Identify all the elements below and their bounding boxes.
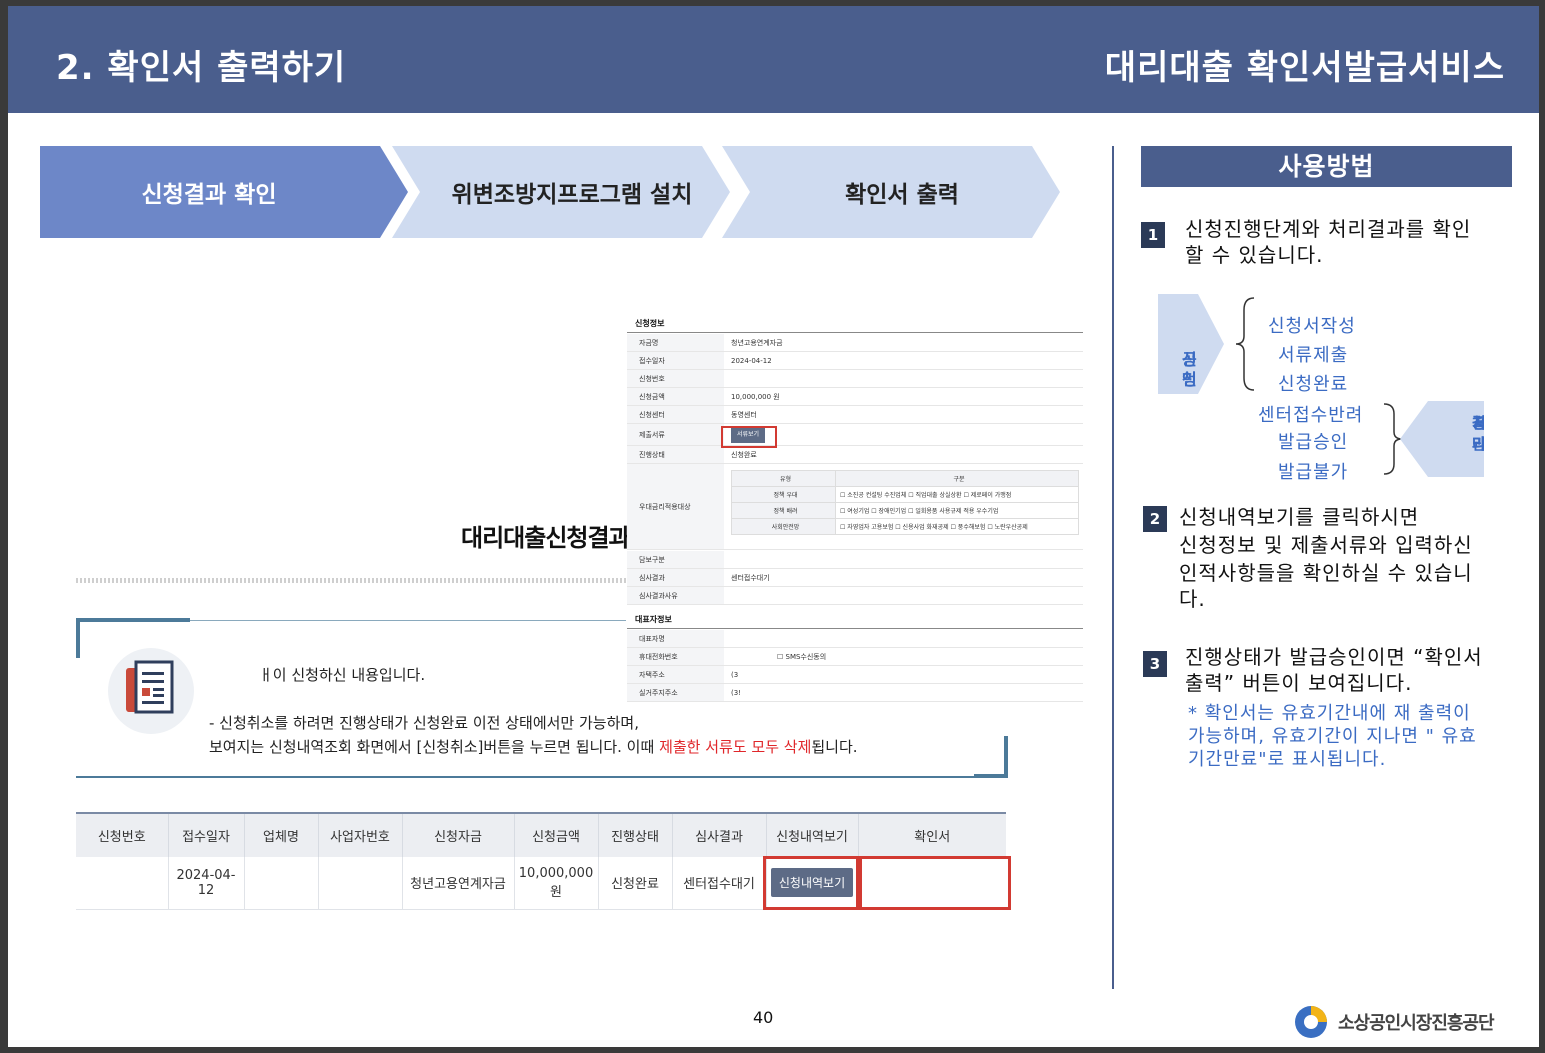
flow-item: 발급불가	[1278, 462, 1349, 483]
notice-text-3: 보여지는 신청내역조회 화면에서 [신청취소]버튼을 누르면 됩니다. 이때 제…	[209, 738, 858, 756]
highlight-certificate-cell	[859, 856, 1011, 910]
info-row: 신청센터 동영센터	[627, 406, 1083, 424]
result-page-title: 대리대출신청결과	[461, 524, 631, 552]
notice-text-2: - 신청취소를 하려면 진행상태가 신청완료 이전 상태에서만 가능하며,	[209, 714, 639, 732]
section-title: 2. 확인서 출력하기	[56, 48, 347, 88]
step-print-certificate: 확인서 출력	[722, 146, 1060, 238]
slide: 2. 확인서 출력하기 대리대출 확인서발급서비스 신청결과 확인 위변조방지프…	[8, 6, 1539, 1047]
info-row: 접수일자 2024-04-12	[627, 352, 1083, 370]
table-header-row: 신청번호 접수일자 업체명 사업자번호 신청자금 신청금액 진행상태 심사결과 …	[76, 812, 1006, 857]
info-row: 제출서류 서류보기	[627, 424, 1083, 446]
flow-end-arrow: 공단 처리 결과	[1400, 401, 1484, 477]
info-row: 휴대전화번호 ☐ SMS수신동의	[627, 648, 1083, 666]
page-number: 40	[753, 1008, 774, 1027]
info-row: 담보구분	[627, 551, 1083, 569]
step-number-2: 2	[1143, 506, 1167, 532]
info-row: 심사결과 센터접수대기	[627, 569, 1083, 587]
brace-left-icon	[1235, 297, 1255, 391]
flow-item: 신청완료	[1278, 374, 1349, 395]
process-steps: 신청결과 확인 위변조방지프로그램 설치 확인서 출력	[40, 146, 1070, 238]
document-icon	[108, 648, 194, 734]
step-result-check: 신청결과 확인	[40, 146, 408, 238]
section-representative-info: 대표자정보	[635, 615, 672, 624]
section-application-info: 신청정보	[635, 319, 665, 328]
info-row: 심사결과사유	[627, 587, 1083, 605]
flow-item: 발급승인	[1278, 432, 1349, 453]
org-logo: 소상공인시장진흥공단	[1292, 1004, 1495, 1040]
flow-start-arrow: 공인 신청	[1158, 294, 1224, 394]
service-title: 대리대출 확인서발급서비스	[1104, 48, 1505, 88]
usage-title: 사용방법	[1141, 146, 1512, 187]
info-row: 자택주소 (3	[627, 666, 1083, 684]
step-number-1: 1	[1141, 222, 1165, 248]
header-bar: 2. 확인서 출력하기 대리대출 확인서발급서비스	[8, 6, 1539, 113]
step-number-3: 3	[1143, 651, 1167, 677]
info-row: 자금명 청년고용연계자금	[627, 334, 1083, 352]
flow-item: 신청서작성	[1268, 316, 1356, 337]
notice-text-1: ㅐ이 신청하신 내용입니다.	[259, 666, 426, 684]
highlight-documents-button	[721, 426, 777, 448]
flow-item: 서류제출	[1278, 345, 1349, 366]
column-divider	[1112, 146, 1114, 989]
info-row: 신청금액 10,000,000 원	[627, 388, 1083, 406]
usage-text-2: 신청내역보기를 클릭하시면 신청정보 및 제출서류와 입력하신 인적사항들을 확…	[1179, 505, 1473, 611]
usage-text-1: 신청진행단계와 처리결과를 확인 할 수 있습니다.	[1185, 217, 1472, 267]
application-info-panel: 신청정보 자금명 청년고용연계자금 접수일자 2024-04-12 신청번호 신청금…	[627, 310, 1087, 706]
org-emblem-icon	[1295, 1006, 1327, 1038]
info-row: 신청번호	[627, 370, 1083, 388]
highlight-view-button	[763, 856, 859, 910]
dotted-divider	[76, 578, 626, 583]
usage-text-3: 진행상태가 발급승인이면 “확인서 출력” 버튼이 보여집니다.	[1185, 645, 1483, 695]
flow-item: 센터접수반려	[1258, 405, 1364, 426]
info-row: 실거주지주소 (3!	[627, 684, 1083, 702]
usage-note: * 확인서는 유효기간내에 재 출력이 가능하며, 유효기간이 지나면 " 유효…	[1188, 703, 1477, 770]
preference-table: 유형 구분 정책 우대 ☐ 소진공 컨설팅 수진업체 ☐ 직업대출 상실상환 ☐ 제…	[731, 470, 1079, 535]
step-install-program: 위변조방지프로그램 설치	[392, 146, 730, 238]
info-row: 대표자명	[627, 630, 1083, 648]
info-row: 진행상태 신청완료	[627, 446, 1083, 464]
